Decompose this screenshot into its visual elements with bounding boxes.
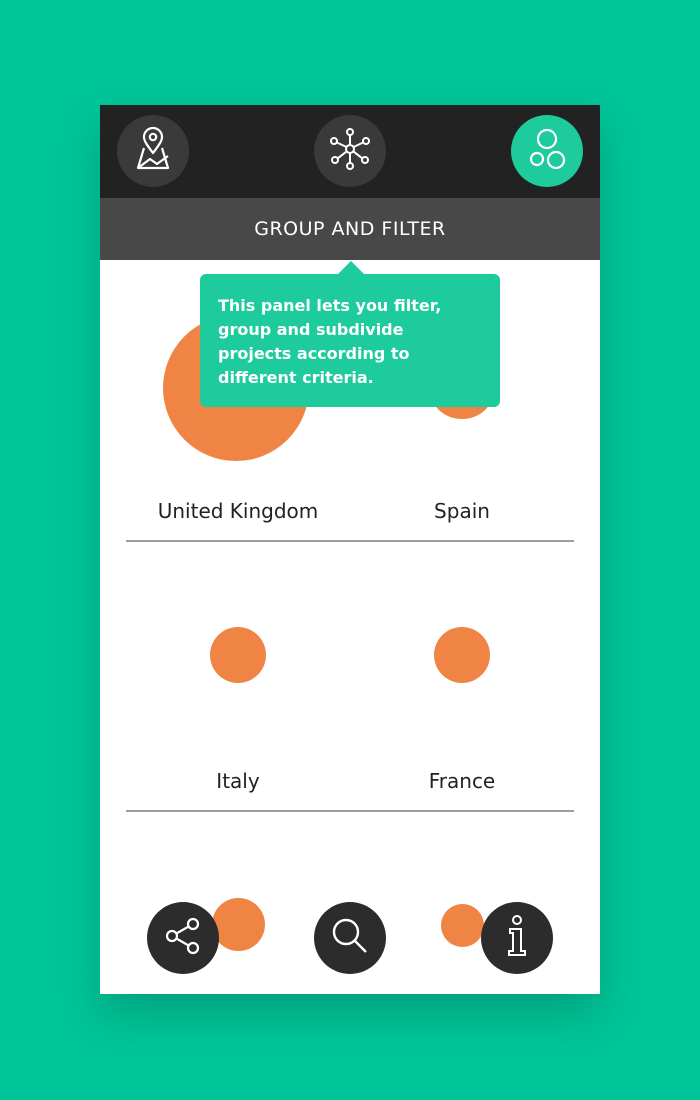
search-button[interactable] <box>314 902 386 974</box>
bubble-partial-right[interactable] <box>441 904 484 947</box>
bubble-partial-left[interactable] <box>212 898 265 951</box>
group-label-united-kingdom: United Kingdom <box>157 499 319 523</box>
bubble-italy[interactable] <box>210 627 266 683</box>
help-tooltip: This panel lets you filter, group and su… <box>200 274 500 407</box>
search-icon <box>329 915 371 961</box>
top-nav-bar <box>100 105 600 198</box>
group-label-italy: Italy <box>216 769 260 793</box>
share-button[interactable] <box>147 902 219 974</box>
bubble-france[interactable] <box>434 627 490 683</box>
info-icon <box>499 913 535 963</box>
share-icon <box>162 915 204 961</box>
app-window: GROUP AND FILTER This panel lets you fil… <box>100 105 600 994</box>
info-button[interactable] <box>481 902 553 974</box>
group-label-spain: Spain <box>434 499 490 523</box>
network-view-button[interactable] <box>314 115 386 187</box>
group-label-france: France <box>428 769 496 793</box>
map-pin-icon <box>133 126 173 176</box>
network-nodes-icon <box>327 126 373 176</box>
tooltip-arrow <box>338 261 364 274</box>
bubbles-icon <box>525 127 569 175</box>
group-filter-button[interactable] <box>511 115 583 187</box>
panel-title: GROUP AND FILTER <box>100 198 600 260</box>
row-divider <box>126 540 574 542</box>
map-view-button[interactable] <box>117 115 189 187</box>
row-divider <box>126 810 574 812</box>
